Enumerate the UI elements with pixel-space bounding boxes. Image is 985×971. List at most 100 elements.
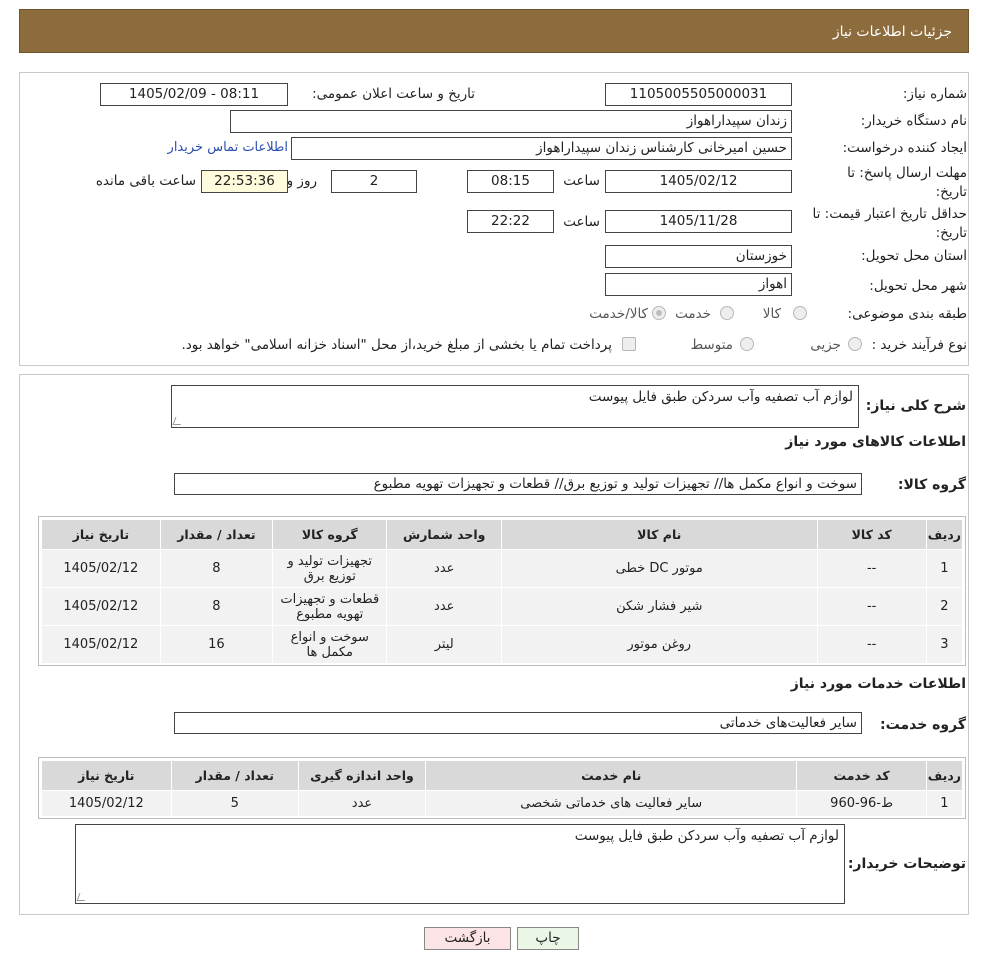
cell-unit: عدد	[297, 790, 427, 817]
validity-label-line2: تاریخ:	[935, 225, 967, 241]
deadline-time-label: ساعت	[563, 173, 600, 189]
buyer-notes-textarea: لوازم آب تصفیه وآب سردکن طبق فایل پیوست	[75, 824, 845, 904]
col-code-header: کد کالا	[816, 519, 927, 550]
cell-name: شیر فشار شکن	[500, 587, 818, 626]
treasury-payment-checkbox[interactable]	[622, 337, 636, 351]
cell-unit: عدد	[386, 587, 502, 626]
days-label: روز و	[286, 173, 317, 189]
category-option-service: خدمت	[675, 306, 711, 322]
cell-date: 1405/02/12	[41, 625, 161, 664]
process-option-medium: متوسط	[690, 337, 733, 353]
col-qty-header: تعداد / مقدار	[170, 760, 299, 791]
category-label: طبقه بندی موضوعی:	[847, 306, 967, 322]
buyer-org-field: زندان سپیداراهواز	[230, 110, 792, 133]
deadline-time-field: 08:15	[467, 170, 554, 193]
services-section-title: اطلاعات خدمات مورد نیاز	[790, 676, 966, 692]
validity-time-field: 22:22	[467, 210, 554, 233]
col-unit-header: واحد اندازه گیری	[297, 760, 427, 791]
summary-text: لوازم آب تصفیه وآب سردکن طبق فایل پیوست	[588, 389, 853, 405]
col-name-header: نام کالا	[500, 519, 818, 550]
table-row: 1 -- موتور DC خطی عدد تجهیزات تولید و تو…	[41, 549, 964, 588]
goods-group-label: گروه کالا:	[897, 477, 966, 493]
cell-unit: لیتر	[386, 625, 502, 664]
cell-group: تجهیزات تولید و توزیع برق	[272, 549, 388, 588]
cell-row: 3	[925, 625, 964, 664]
services-table: ردیف کد خدمت نام خدمت واحد اندازه گیری ت…	[41, 760, 964, 817]
col-code-header: کد خدمت	[796, 760, 927, 791]
cell-name: روغن موتور	[500, 625, 818, 664]
treasury-payment-note: پرداخت تمام یا بخشی از مبلغ خرید،از محل …	[181, 337, 612, 353]
category-option-goods-service: کالا/خدمت	[589, 306, 648, 322]
services-table-frame: ردیف کد خدمت نام خدمت واحد اندازه گیری ت…	[38, 757, 966, 819]
col-qty-header: تعداد / مقدار	[159, 519, 274, 550]
process-radio-minor[interactable]	[848, 337, 862, 351]
cell-code: --	[816, 587, 927, 626]
validity-label-line1: حداقل تاریخ اعتبار قیمت: تا	[812, 206, 967, 222]
resize-grip-icon	[172, 417, 184, 425]
cell-name: موتور DC خطی	[500, 549, 818, 588]
buyer-notes-text: لوازم آب تصفیه وآب سردکن طبق فایل پیوست	[574, 828, 839, 844]
process-option-minor: جزیی	[810, 337, 841, 353]
cell-qty: 8	[159, 549, 274, 588]
days-remaining-field: 2	[331, 170, 417, 193]
services-group-field: سایر فعالیت‌های خدماتی	[174, 712, 862, 734]
category-radio-goods[interactable]	[793, 306, 807, 320]
services-table-header: ردیف کد خدمت نام خدمت واحد اندازه گیری ت…	[41, 760, 964, 791]
category-radio-goods-service[interactable]	[652, 306, 666, 320]
col-date-header: تاریخ نیاز	[41, 519, 161, 550]
goods-group-field: سوخت و انواع مکمل ها// تجهیزات تولید و ت…	[174, 473, 862, 495]
process-radio-medium[interactable]	[740, 337, 754, 351]
goods-section-title: اطلاعات کالاهای مورد نیاز	[785, 434, 966, 450]
deadline-label-line2: تاریخ:	[935, 184, 967, 200]
cell-name: سایر فعالیت های خدماتی شخصی	[425, 790, 798, 817]
col-date-header: تاریخ نیاز	[41, 760, 172, 791]
table-row: 1 ط-96-960 سایر فعالیت های خدماتی شخصی ع…	[41, 790, 964, 817]
col-row-header: ردیف	[925, 519, 964, 550]
city-label: شهر محل تحویل:	[869, 278, 967, 294]
buyer-contact-link[interactable]: اطلاعات تماس خریدار	[168, 140, 288, 155]
cell-row: 1	[925, 790, 964, 817]
col-name-header: نام خدمت	[425, 760, 798, 791]
cell-code: --	[816, 625, 927, 664]
cell-date: 1405/02/12	[41, 790, 172, 817]
buyer-org-label: نام دستگاه خریدار:	[860, 113, 967, 129]
validity-date-field: 1405/11/28	[605, 210, 792, 233]
remaining-label: ساعت باقی مانده	[95, 173, 196, 189]
goods-table-frame: ردیف کد کالا نام کالا واحد شمارش گروه کا…	[38, 516, 966, 666]
table-row: 2 -- شیر فشار شکن عدد قطعات و تجهیزات ته…	[41, 587, 964, 626]
requester-field: حسین امیرخانی کارشناس زندان سپیداراهواز	[291, 137, 792, 160]
category-radio-service[interactable]	[720, 306, 734, 320]
page-title: جزئیات اطلاعات نیاز	[832, 24, 952, 40]
goods-table: ردیف کد کالا نام کالا واحد شمارش گروه کا…	[41, 519, 964, 664]
page-header: جزئیات اطلاعات نیاز	[19, 9, 969, 53]
back-button[interactable]: بازگشت	[424, 927, 511, 950]
process-label: نوع فرآیند خرید :	[871, 337, 967, 353]
cell-code: ط-96-960	[796, 790, 927, 817]
province-label: استان محل تحویل:	[861, 248, 967, 264]
col-row-header: ردیف	[925, 760, 964, 791]
cell-qty: 8	[159, 587, 274, 626]
announce-label: تاریخ و ساعت اعلان عمومی:	[312, 86, 475, 102]
time-remaining-field: 22:53:36	[201, 170, 288, 193]
resize-grip-icon	[76, 893, 88, 901]
print-button[interactable]: چاپ	[517, 927, 579, 950]
deadline-date-field: 1405/02/12	[605, 170, 792, 193]
deadline-label-line1: مهلت ارسال پاسخ: تا	[847, 165, 967, 181]
requester-label: ایجاد کننده درخواست:	[842, 140, 967, 156]
services-group-label: گروه خدمت:	[880, 717, 966, 733]
cell-date: 1405/02/12	[41, 549, 161, 588]
announce-field: 1405/02/09 - 08:11	[100, 83, 288, 106]
category-option-goods: کالا	[762, 306, 781, 322]
cell-code: --	[816, 549, 927, 588]
need-number-label: شماره نیاز:	[902, 86, 967, 102]
city-field: اهواز	[605, 273, 792, 296]
cell-group: قطعات و تجهیزات تهویه مطبوع	[272, 587, 388, 626]
cell-qty: 5	[170, 790, 299, 817]
col-unit-header: واحد شمارش	[386, 519, 502, 550]
goods-table-header: ردیف کد کالا نام کالا واحد شمارش گروه کا…	[41, 519, 964, 550]
cell-date: 1405/02/12	[41, 587, 161, 626]
validity-time-label: ساعت	[563, 214, 600, 230]
cell-unit: عدد	[386, 549, 502, 588]
buyer-notes-label: توضیحات خریدار:	[847, 856, 966, 872]
province-field: خوزستان	[605, 245, 792, 268]
